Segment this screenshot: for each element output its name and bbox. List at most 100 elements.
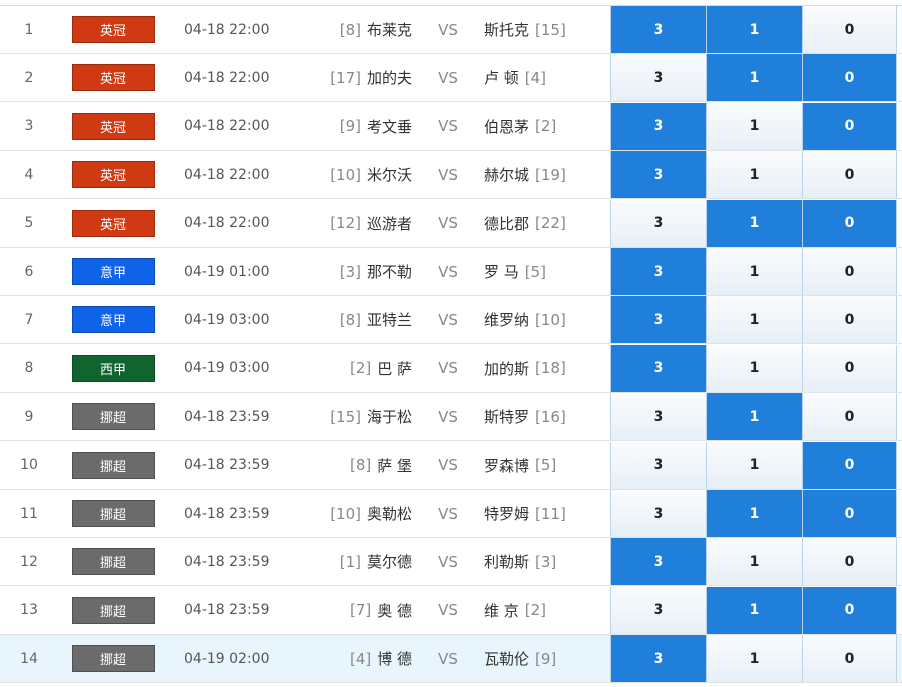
home-team[interactable]: [8] 布莱克 bbox=[280, 6, 412, 53]
odds-option-3[interactable]: 3 bbox=[610, 6, 706, 53]
match-number: 3 bbox=[24, 118, 34, 135]
match-time: 04-18 22:00 bbox=[184, 215, 270, 232]
odds-option-3[interactable]: 3 bbox=[610, 441, 706, 489]
odds-option-0[interactable]: 0 bbox=[802, 248, 897, 295]
odds-option-0[interactable]: 0 bbox=[802, 199, 897, 247]
league-badge[interactable]: 挪超 bbox=[71, 403, 155, 431]
away-team-name: 卢 顿 bbox=[484, 69, 519, 88]
away-team[interactable]: 斯托克 [15] bbox=[484, 6, 610, 53]
home-team[interactable]: [10] 米尔沃 bbox=[280, 151, 412, 198]
odds-option-1[interactable]: 1 bbox=[706, 635, 802, 683]
league-badge[interactable]: 意甲 bbox=[71, 258, 155, 285]
league-badge[interactable]: 挪超 bbox=[71, 451, 155, 479]
match-time: 04-19 03:00 bbox=[184, 360, 270, 377]
away-team[interactable]: 利勒斯 [3] bbox=[484, 538, 610, 585]
odds-option-3[interactable]: 3 bbox=[610, 296, 706, 344]
odds-option-1[interactable]: 1 bbox=[706, 102, 802, 150]
odds-option-0[interactable]: 0 bbox=[802, 6, 897, 53]
away-team[interactable]: 罗森博 [5] bbox=[484, 442, 610, 489]
odds-option-0[interactable]: 0 bbox=[802, 296, 897, 344]
home-team[interactable]: [1] 莫尔德 bbox=[280, 538, 412, 585]
odds-option-0[interactable]: 0 bbox=[802, 102, 897, 150]
odds-option-3[interactable]: 3 bbox=[610, 538, 706, 586]
odds-option-3[interactable]: 3 bbox=[610, 199, 706, 247]
home-team[interactable]: [3] 那不勒 bbox=[280, 248, 412, 295]
odds-option-0[interactable]: 0 bbox=[802, 586, 897, 634]
odds-option-3[interactable]: 3 bbox=[610, 102, 706, 150]
away-team[interactable]: 维 京 [2] bbox=[484, 587, 610, 634]
league-badge[interactable]: 英冠 bbox=[71, 161, 155, 189]
odds-option-0[interactable]: 0 bbox=[802, 151, 897, 199]
vs-label: VS bbox=[438, 165, 458, 184]
table-row: 1 英冠 04-18 22:00 [8] 布莱克 VS 斯托克 [15] 3 1 0 bbox=[0, 6, 902, 54]
away-team[interactable]: 卢 顿 [4] bbox=[484, 54, 610, 101]
odds-option-3[interactable]: 3 bbox=[610, 586, 706, 634]
vs-label: VS bbox=[438, 504, 458, 523]
odds-option-0[interactable]: 0 bbox=[802, 344, 897, 392]
away-team[interactable]: 罗 马 [5] bbox=[484, 248, 610, 295]
odds-option-3[interactable]: 3 bbox=[610, 635, 706, 683]
odds-option-1[interactable]: 1 bbox=[706, 490, 802, 537]
home-team[interactable]: [7] 奥 德 bbox=[280, 587, 412, 634]
away-team[interactable]: 赫尔城 [19] bbox=[484, 151, 610, 198]
table-row: 7 意甲 04-19 03:00 [8] 亚特兰 VS 维罗纳 [10] 3 1 0 bbox=[0, 296, 902, 345]
match-time: 04-18 22:00 bbox=[184, 21, 270, 38]
away-team[interactable]: 斯特罗 [16] bbox=[484, 393, 610, 440]
home-team[interactable]: [10] 奥勒松 bbox=[280, 490, 412, 537]
odds-option-3[interactable]: 3 bbox=[610, 151, 706, 199]
league-badge[interactable]: 西甲 bbox=[71, 354, 155, 382]
odds-option-3[interactable]: 3 bbox=[610, 54, 706, 102]
odds-option-0[interactable]: 0 bbox=[802, 441, 897, 489]
home-team[interactable]: [12] 巡游者 bbox=[280, 200, 412, 247]
away-team[interactable]: 德比郡 [22] bbox=[484, 200, 610, 247]
odds-option-1[interactable]: 1 bbox=[706, 344, 802, 392]
league-badge[interactable]: 英冠 bbox=[71, 209, 155, 237]
table-row: 3 英冠 04-18 22:00 [9] 考文垂 VS 伯恩茅 [2] 3 1 0 bbox=[0, 102, 902, 151]
vs-label: VS bbox=[438, 456, 458, 475]
home-team[interactable]: [17] 加的夫 bbox=[280, 54, 412, 101]
odds-option-0[interactable]: 0 bbox=[802, 393, 897, 441]
odds-option-3[interactable]: 3 bbox=[610, 490, 706, 537]
league-badge[interactable]: 英冠 bbox=[71, 112, 155, 140]
odds-option-0[interactable]: 0 bbox=[802, 635, 897, 683]
home-team[interactable]: [8] 萨 堡 bbox=[280, 442, 412, 489]
odds-option-3[interactable]: 3 bbox=[610, 344, 706, 392]
league-badge[interactable]: 挪超 bbox=[71, 548, 155, 576]
league-cell: 意甲 bbox=[58, 296, 168, 343]
odds-option-3[interactable]: 3 bbox=[610, 393, 706, 441]
league-badge[interactable]: 英冠 bbox=[71, 64, 155, 92]
away-team[interactable]: 瓦勒伦 [9] bbox=[484, 635, 610, 682]
odds-option-0[interactable]: 0 bbox=[802, 490, 897, 537]
odds-option-1[interactable]: 1 bbox=[706, 54, 802, 102]
odds-option-1[interactable]: 1 bbox=[706, 586, 802, 634]
away-team[interactable]: 特罗姆 [11] bbox=[484, 490, 610, 537]
home-team[interactable]: [15] 海于松 bbox=[280, 393, 412, 440]
match-number: 14 bbox=[20, 650, 38, 667]
home-team[interactable]: [9] 考文垂 bbox=[280, 103, 412, 150]
odds-option-1[interactable]: 1 bbox=[706, 441, 802, 489]
league-badge[interactable]: 意甲 bbox=[71, 306, 155, 334]
odds-option-1[interactable]: 1 bbox=[706, 296, 802, 344]
odds-option-1[interactable]: 1 bbox=[706, 6, 802, 53]
odds-option-1[interactable]: 1 bbox=[706, 199, 802, 247]
odds-option-0[interactable]: 0 bbox=[802, 538, 897, 586]
odds-option-3[interactable]: 3 bbox=[610, 248, 706, 295]
away-team[interactable]: 维罗纳 [10] bbox=[484, 296, 610, 343]
table-row: 11 挪超 04-18 23:59 [10] 奥勒松 VS 特罗姆 [11] 3 1 0 bbox=[0, 490, 902, 538]
away-team[interactable]: 加的斯 [18] bbox=[484, 345, 610, 392]
home-team[interactable]: [8] 亚特兰 bbox=[280, 296, 412, 343]
league-badge[interactable]: 挪超 bbox=[71, 596, 155, 624]
home-team[interactable]: [2] 巴 萨 bbox=[280, 345, 412, 392]
odds-option-1[interactable]: 1 bbox=[706, 538, 802, 586]
league-badge[interactable]: 挪超 bbox=[71, 500, 155, 527]
league-cell: 英冠 bbox=[58, 54, 168, 101]
odds-option-1[interactable]: 1 bbox=[706, 151, 802, 199]
odds-option-1[interactable]: 1 bbox=[706, 248, 802, 295]
odds-option-1[interactable]: 1 bbox=[706, 393, 802, 441]
home-team[interactable]: [4] 博 德 bbox=[280, 635, 412, 682]
away-team[interactable]: 伯恩茅 [2] bbox=[484, 103, 610, 150]
odds-option-0[interactable]: 0 bbox=[802, 54, 897, 102]
league-badge[interactable]: 英冠 bbox=[71, 16, 155, 43]
league-badge[interactable]: 挪超 bbox=[71, 645, 155, 673]
away-rank: [2] bbox=[524, 601, 547, 620]
